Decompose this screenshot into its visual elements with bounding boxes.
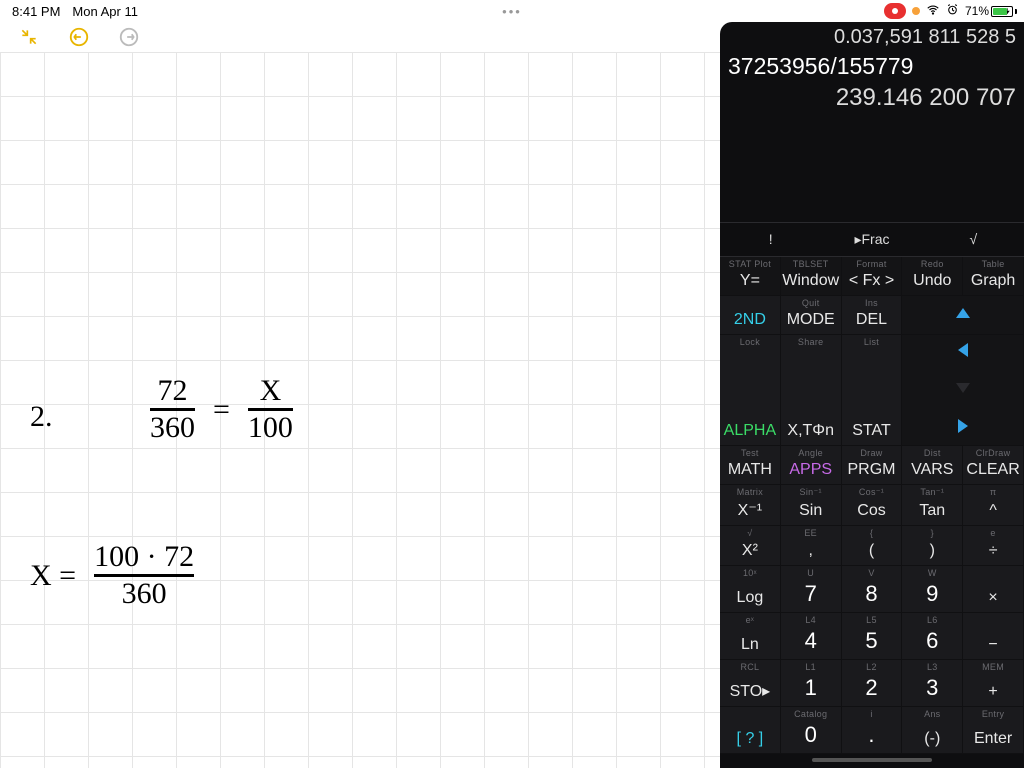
key-stat[interactable]: ListSTAT [842,335,903,446]
key-9[interactable]: W9 [902,566,963,613]
arrow-down-icon [956,383,970,393]
eq1-denominator-2: 100 [248,413,293,443]
equation-2: X = 100 · 72 360 [30,542,194,609]
status-date: Mon Apr 11 [72,4,138,19]
calc-display[interactable]: 0.037,591 811 528 5 37253956/155779 239.… [720,22,1024,222]
home-indicator[interactable] [812,758,932,762]
key-comma[interactable]: EE, [781,526,842,565]
equation-1: 72 360 = X 100 [150,376,293,443]
key-neg[interactable]: Ans(-) [902,707,963,754]
key-3[interactable]: L33 [902,660,963,707]
key-minus[interactable]: − [963,613,1024,660]
eq2-denominator: 360 [122,579,167,609]
eq2-numerator: 100 · 72 [94,542,194,572]
arrow-left-icon [958,343,968,357]
dpad-lr[interactable] [902,335,1024,446]
eq1-denominator-1: 360 [150,413,195,443]
key-lparen[interactable]: {( [842,526,903,565]
status-time: 8:41 PM [12,4,60,19]
key-2nd[interactable]: 2ND [720,296,781,335]
multitask-dots-icon[interactable]: ••• [502,4,522,19]
key-sto[interactable]: RCLSTO▸ [720,660,781,707]
eq2-lhs: X = [30,559,76,593]
key-dot[interactable]: i. [842,707,903,754]
key-help[interactable]: [ ? ] [720,707,781,754]
key-y-equals[interactable]: STAT PlotY= [720,257,781,296]
calculator-panel: 0.037,591 811 528 5 37253956/155779 239.… [720,22,1024,768]
key-mode[interactable]: QuitMODE [781,296,842,335]
key-window[interactable]: TBLSETWindow [781,257,842,296]
key-sin[interactable]: Sin⁻¹Sin [781,485,842,526]
shortcut-sqrt[interactable]: √ [923,223,1024,256]
shortcut-frac[interactable]: ▸Frac [821,223,922,256]
dpad-up[interactable] [902,296,1024,335]
equals-sign: = [213,393,230,427]
key-6[interactable]: L66 [902,613,963,660]
arrow-up-icon [956,308,970,318]
key-del[interactable]: InsDEL [842,296,903,335]
key-rparen[interactable]: }) [902,526,963,565]
eq1-numerator-2: X [260,376,282,406]
shortcut-factorial[interactable]: ! [720,223,821,256]
key-prgm[interactable]: DrawPRGM [842,446,903,485]
calc-shortcuts: ! ▸Frac √ [720,222,1024,256]
key-plus[interactable]: MEM+ [963,660,1024,707]
battery-pct: 71% [965,4,989,18]
key-alpha[interactable]: LockALPHA [720,335,781,446]
key-cos[interactable]: Cos⁻¹Cos [842,485,903,526]
problem-number: 2. [30,400,53,434]
display-line-1: 0.037,591 811 528 5 [728,24,1016,51]
key-x2[interactable]: √X² [720,526,781,565]
key-2[interactable]: L22 [842,660,903,707]
key-clear[interactable]: ClrDrawCLEAR [963,446,1024,485]
key-math[interactable]: TestMATH [720,446,781,485]
redo-icon[interactable] [118,26,140,48]
key-ln[interactable]: eˣLn [720,613,781,660]
key-tan[interactable]: Tan⁻¹Tan [902,485,963,526]
key-divide[interactable]: e÷ [963,526,1024,565]
key-0[interactable]: Catalog0 [781,707,842,754]
key-1[interactable]: L11 [781,660,842,707]
key-enter[interactable]: EntryEnter [963,707,1024,754]
eq1-numerator-1: 72 [158,376,188,406]
status-bar: 8:41 PM Mon Apr 11 ••• 71% [0,0,1024,22]
battery-indicator: 71% [965,4,1012,18]
key-pow[interactable]: π^ [963,485,1024,526]
key-log[interactable]: 10ˣLog [720,566,781,613]
alarm-icon [946,3,959,19]
calc-keypad: STAT PlotY= TBLSETWindow Format< Fx > Re… [720,256,1024,754]
note-canvas[interactable]: 2. 72 360 = X 100 X = 100 · 72 360 [0,52,720,768]
key-fx[interactable]: Format< Fx > [842,257,903,296]
key-apps[interactable]: AngleAPPS [781,446,842,485]
display-line-2: 37253956/155779 [728,51,1016,82]
wifi-icon [926,3,940,20]
key-8[interactable]: V8 [842,566,903,613]
screen-record-indicator[interactable] [884,3,906,19]
key-multiply[interactable]: × [963,566,1024,613]
key-4[interactable]: L44 [781,613,842,660]
key-5[interactable]: L55 [842,613,903,660]
display-line-3: 239.146 200 707 [728,82,1016,114]
undo-icon[interactable] [68,26,90,48]
key-graph[interactable]: TableGraph [963,257,1024,296]
key-xtn[interactable]: ShareX,TΦn [781,335,842,446]
mic-use-dot-icon [912,7,920,15]
key-vars[interactable]: DistVARS [902,446,963,485]
key-undo[interactable]: RedoUndo [902,257,963,296]
key-x-inv[interactable]: MatrixX⁻¹ [720,485,781,526]
collapse-icon[interactable] [18,26,40,48]
arrow-right-icon [958,419,968,433]
key-7[interactable]: U7 [781,566,842,613]
